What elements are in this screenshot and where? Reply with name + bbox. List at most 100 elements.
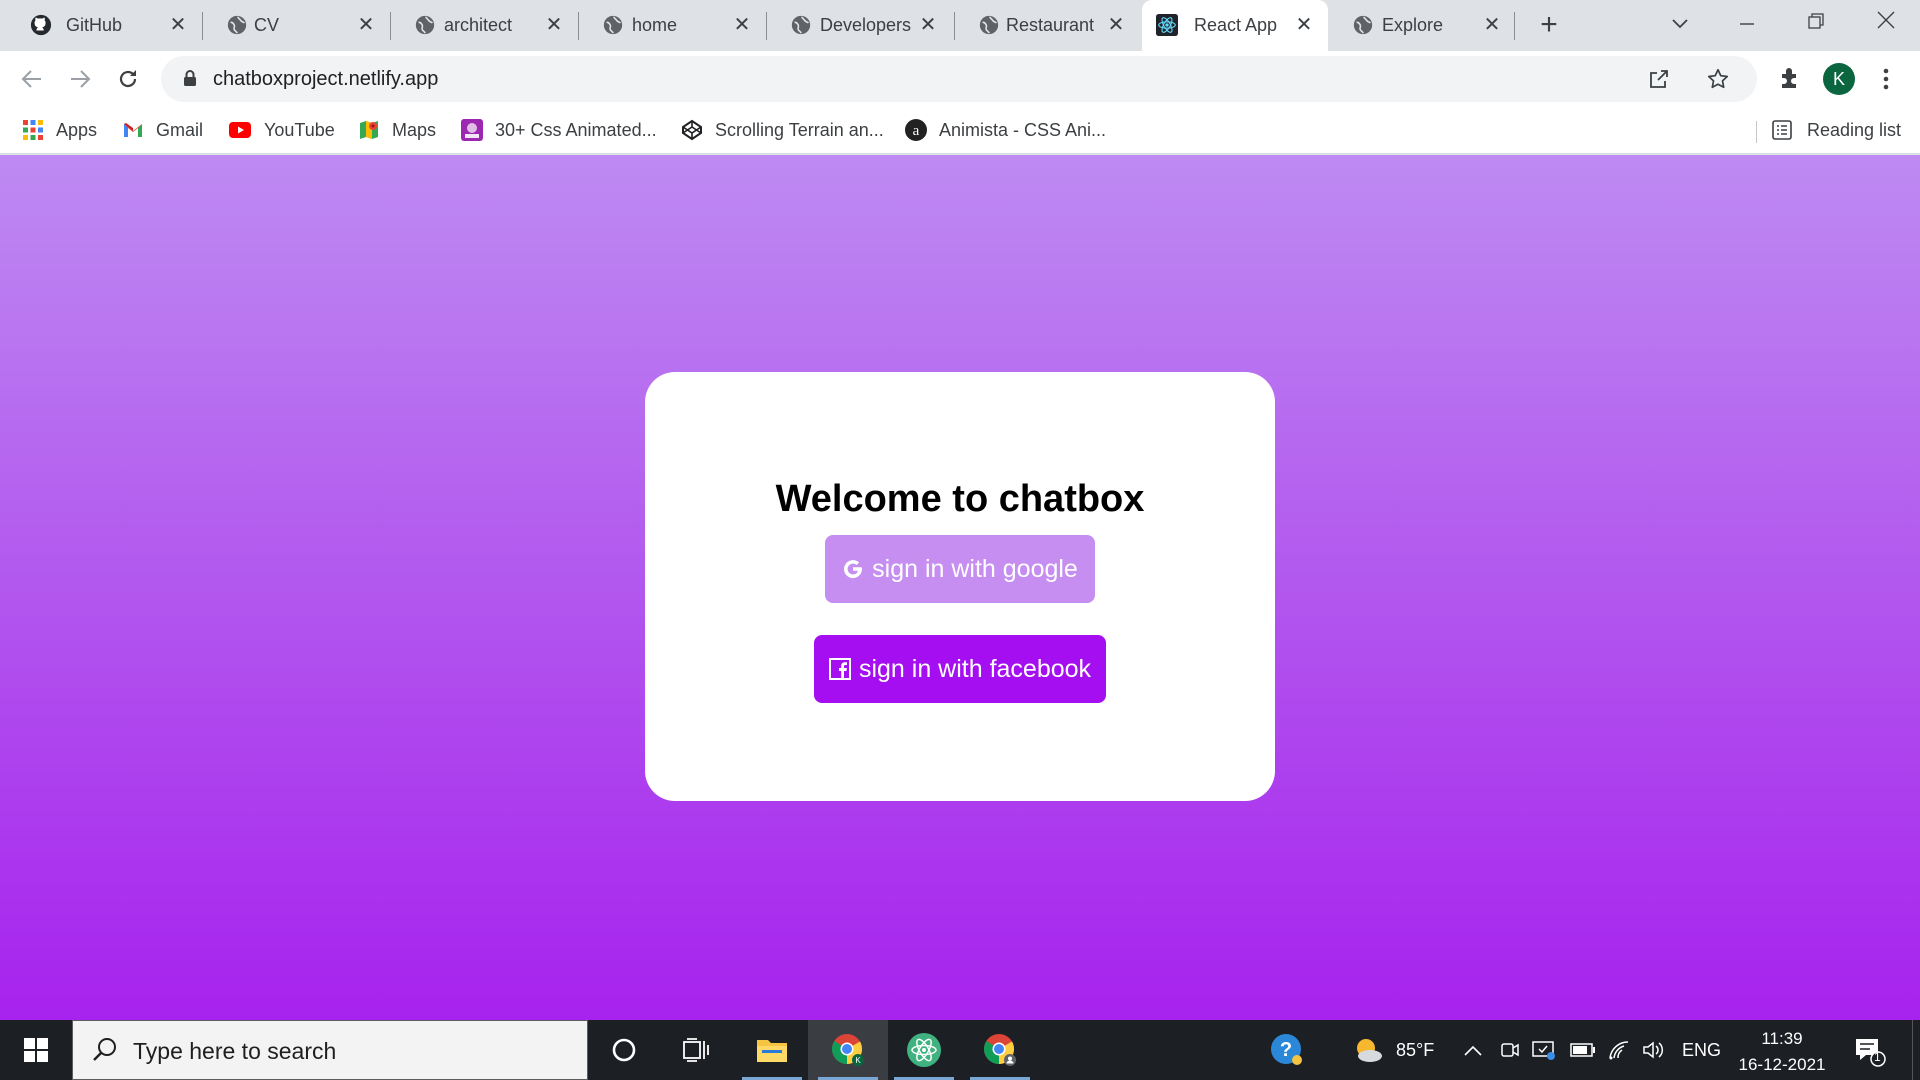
- bookmark-label: Apps: [56, 119, 98, 140]
- tab-explore[interactable]: Explore ✕: [1330, 0, 1516, 51]
- weather-partly-sunny-icon: [1357, 1039, 1382, 1062]
- atom-app[interactable]: [884, 1020, 964, 1080]
- bookmark-gmail[interactable]: Gmail: [122, 115, 203, 145]
- globe-icon: [415, 15, 435, 35]
- tab-architect[interactable]: architect ✕: [392, 0, 578, 51]
- close-icon[interactable]: ✕: [1292, 13, 1316, 37]
- task-view-button[interactable]: [656, 1020, 736, 1080]
- meet-now-button[interactable]: [1500, 1020, 1520, 1080]
- facebook-sign-in-button[interactable]: sign in with facebook: [814, 635, 1106, 703]
- share-icon[interactable]: [1647, 67, 1671, 91]
- tab-title: Explore: [1382, 15, 1444, 35]
- tab-github[interactable]: GitHub ✕: [8, 0, 198, 51]
- cortana-button[interactable]: [584, 1020, 664, 1080]
- reload-icon: [119, 70, 137, 88]
- tab-cv[interactable]: CV ✕: [204, 0, 390, 51]
- close-icon[interactable]: ✕: [354, 13, 378, 37]
- bookmark-label: Maps: [392, 119, 437, 140]
- lock-icon[interactable]: [183, 69, 197, 87]
- taskbar-search-box[interactable]: Type here to search: [72, 1020, 588, 1080]
- close-icon[interactable]: ✕: [730, 13, 754, 37]
- battery-indicator[interactable]: [1570, 1020, 1596, 1080]
- tab-home[interactable]: home ✕: [580, 0, 766, 51]
- forward-button[interactable]: [62, 61, 98, 97]
- menu-kebab-icon[interactable]: [1876, 63, 1896, 95]
- bookmark-label: Animista - CSS Ani...: [939, 119, 1107, 140]
- tab-separator: [202, 12, 203, 40]
- bookmark-label: Scrolling Terrain an...: [715, 119, 884, 140]
- cortana-circle-icon: [612, 1038, 636, 1062]
- arrow-right-icon: [71, 70, 91, 88]
- google-sign-in-button[interactable]: sign in with google: [825, 535, 1095, 603]
- google-button-label: sign in with google: [872, 554, 1078, 583]
- tab-react-app[interactable]: React App ✕: [1142, 0, 1328, 51]
- star-icon[interactable]: [1706, 67, 1730, 91]
- login-card: Welcome to chatbox sign in with google s…: [645, 372, 1275, 801]
- weather-widget[interactable]: 85°F: [1352, 1020, 1434, 1080]
- help-tray-button[interactable]: ?: [1270, 1020, 1304, 1080]
- notification-center-button[interactable]: 1: [1852, 1020, 1886, 1080]
- show-hidden-icons-button[interactable]: [1464, 1020, 1482, 1080]
- close-icon[interactable]: ✕: [1480, 13, 1504, 37]
- bookmarks-bar: Apps Gmail YouTube Maps 30+ Css Animated…: [0, 107, 1920, 154]
- bookmark-label: Gmail: [156, 119, 204, 140]
- bookmark-label: YouTube: [264, 119, 335, 140]
- display-button[interactable]: [1532, 1020, 1556, 1080]
- wifi-indicator[interactable]: [1608, 1020, 1630, 1080]
- bookmark-css-animated[interactable]: 30+ Css Animated...: [461, 115, 657, 145]
- tab-separator: [1514, 12, 1515, 40]
- bookmark-youtube[interactable]: YouTube: [228, 115, 335, 145]
- tab-title: Developers: [820, 15, 912, 35]
- browser-toolbar: chatboxproject.netlify.app K: [0, 51, 1920, 107]
- globe-icon: [227, 15, 247, 35]
- tab-search-chevron-icon[interactable]: [1660, 6, 1700, 40]
- codepen-icon: [682, 119, 702, 141]
- volume-indicator[interactable]: [1642, 1020, 1666, 1080]
- tab-title: Restaurant: [1006, 15, 1095, 35]
- tab-separator: [578, 12, 579, 40]
- profile-avatar[interactable]: K: [1823, 63, 1855, 95]
- bookmark-scrolling-terrain[interactable]: Scrolling Terrain an...: [681, 115, 884, 145]
- chrome-icon: K: [832, 1034, 864, 1066]
- back-button[interactable]: [14, 61, 50, 97]
- wifi-icon: [1609, 1041, 1629, 1060]
- reading-list-button[interactable]: Reading list: [1771, 115, 1901, 145]
- minimize-icon[interactable]: [1727, 6, 1767, 40]
- bookmark-apps[interactable]: Apps: [22, 115, 97, 145]
- chrome-app-profile-k[interactable]: K: [808, 1020, 888, 1080]
- chrome-app-guest[interactable]: [960, 1020, 1040, 1080]
- close-icon[interactable]: ✕: [1104, 13, 1128, 37]
- tab-separator: [954, 12, 955, 40]
- file-explorer-app[interactable]: [732, 1020, 812, 1080]
- reload-button[interactable]: [110, 61, 146, 97]
- search-placeholder: Type here to search: [133, 1038, 337, 1064]
- close-icon[interactable]: ✕: [916, 13, 940, 37]
- google-icon: [842, 558, 864, 580]
- react-icon: [1156, 14, 1178, 36]
- bookmark-maps[interactable]: Maps: [358, 115, 436, 145]
- facebook-icon: [828, 658, 851, 680]
- start-button[interactable]: [0, 1020, 72, 1080]
- clock[interactable]: 11:39 16-12-2021: [1730, 1026, 1834, 1078]
- address-bar[interactable]: chatboxproject.netlify.app: [161, 56, 1757, 102]
- gmail-icon: [124, 123, 142, 137]
- window-close-icon[interactable]: [1866, 6, 1906, 40]
- show-desktop-button[interactable]: [1912, 1020, 1920, 1080]
- close-icon[interactable]: ✕: [166, 13, 190, 37]
- input-language[interactable]: ENG: [1682, 1020, 1721, 1080]
- globe-icon: [603, 15, 623, 35]
- new-tab-button[interactable]: +: [1534, 10, 1564, 40]
- tab-developers[interactable]: Developers ✕: [768, 0, 954, 51]
- restore-icon[interactable]: [1796, 6, 1836, 40]
- arrow-left-icon: [21, 70, 41, 88]
- extensions-puzzle-icon[interactable]: [1778, 65, 1804, 91]
- svg-text:K: K: [855, 1056, 861, 1065]
- url-text[interactable]: chatboxproject.netlify.app: [213, 67, 438, 91]
- meet-now-icon: [1501, 1043, 1519, 1057]
- tab-restaurant[interactable]: Restaurant ✕: [956, 0, 1142, 51]
- animista-icon: a: [905, 119, 927, 141]
- css-animated-icon: [461, 119, 483, 141]
- close-icon[interactable]: ✕: [542, 13, 566, 37]
- bookmark-animista[interactable]: a Animista - CSS Ani...: [905, 115, 1106, 145]
- speaker-icon: [1643, 1041, 1664, 1059]
